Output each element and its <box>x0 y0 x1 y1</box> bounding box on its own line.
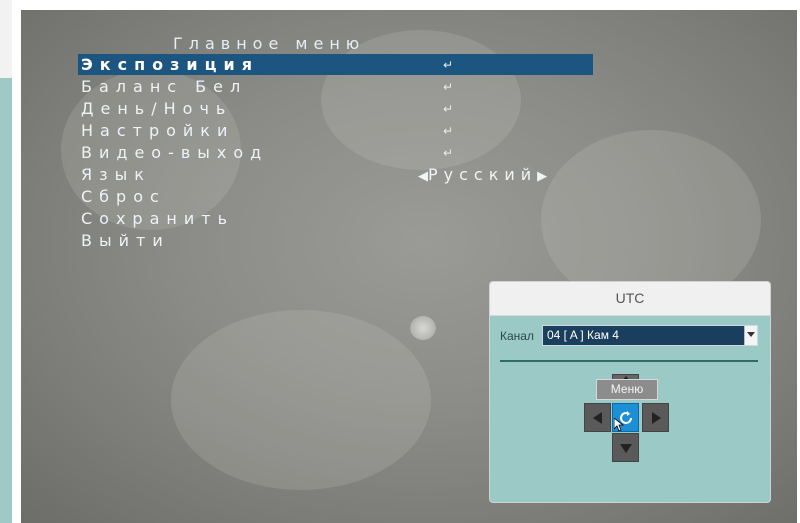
ptz-down-button[interactable] <box>612 433 639 462</box>
channel-select-value: 04 [ A ] Кам 4 <box>547 328 619 342</box>
dropdown-arrow-icon[interactable] <box>744 326 757 345</box>
enter-icon: ↵ <box>443 124 454 138</box>
language-value-text: Русский <box>428 165 538 184</box>
ptz-left-button[interactable] <box>584 403 611 432</box>
osd-item-reset[interactable]: Сброс <box>78 186 593 207</box>
osd-main-menu: Главное меню Экспозиция ↵ Баланс Бел ↵ Д… <box>21 10 797 270</box>
ptz-right-button[interactable] <box>642 403 669 432</box>
channel-select[interactable]: 04 [ A ] Кам 4 <box>542 325 758 346</box>
divider <box>500 360 758 362</box>
language-value[interactable]: ◀Русский▶ <box>418 164 547 187</box>
arrow-left-icon <box>593 412 602 424</box>
osd-item-label: Выйти <box>81 231 170 250</box>
arrow-left-icon[interactable]: ◀ <box>418 169 428 184</box>
osd-item-exposure[interactable]: Экспозиция ↵ <box>78 54 593 75</box>
osd-item-label: Баланс Бел <box>81 77 248 96</box>
osd-item-settings[interactable]: Настройки ↵ <box>78 120 593 141</box>
ptz-title: UTC <box>490 282 770 316</box>
host-sidebar <box>0 0 12 523</box>
arrow-down-icon <box>620 444 632 453</box>
osd-item-label: Сохранить <box>81 209 234 228</box>
osd-item-label: Сброс <box>81 187 166 206</box>
osd-item-exit[interactable]: Выйти <box>78 230 593 251</box>
ptz-control-panel: UTC Канал 04 [ A ] Кам 4 Меню <box>489 281 771 503</box>
osd-item-label: Экспозиция <box>81 55 259 74</box>
bokeh-blur <box>171 310 431 490</box>
osd-item-language[interactable]: Язык ◀Русский▶ <box>78 164 593 185</box>
channel-label: Канал <box>500 329 534 343</box>
light-spot <box>410 316 436 340</box>
osd-item-save[interactable]: Сохранить <box>78 208 593 229</box>
arrow-right-icon[interactable]: ▶ <box>537 169 547 184</box>
enter-icon: ↵ <box>443 102 454 116</box>
osd-item-label: Настройки <box>81 121 235 140</box>
osd-item-video-output[interactable]: Видео-выход ↵ <box>78 142 593 163</box>
mouse-cursor-icon <box>614 418 624 432</box>
menu-tooltip: Меню <box>596 379 658 400</box>
enter-icon: ↵ <box>443 146 454 160</box>
host-sidebar-top <box>0 0 12 78</box>
osd-item-label: Язык <box>81 165 151 184</box>
osd-title: Главное меню <box>173 34 366 53</box>
osd-item-label: День/Ночь <box>81 99 233 118</box>
enter-icon: ↵ <box>443 80 454 94</box>
osd-item-white-balance[interactable]: Баланс Бел ↵ <box>78 76 593 97</box>
osd-item-label: Видео-выход <box>81 143 269 162</box>
osd-item-day-night[interactable]: День/Ночь ↵ <box>78 98 593 119</box>
enter-icon: ↵ <box>443 58 454 72</box>
arrow-right-icon <box>652 412 661 424</box>
